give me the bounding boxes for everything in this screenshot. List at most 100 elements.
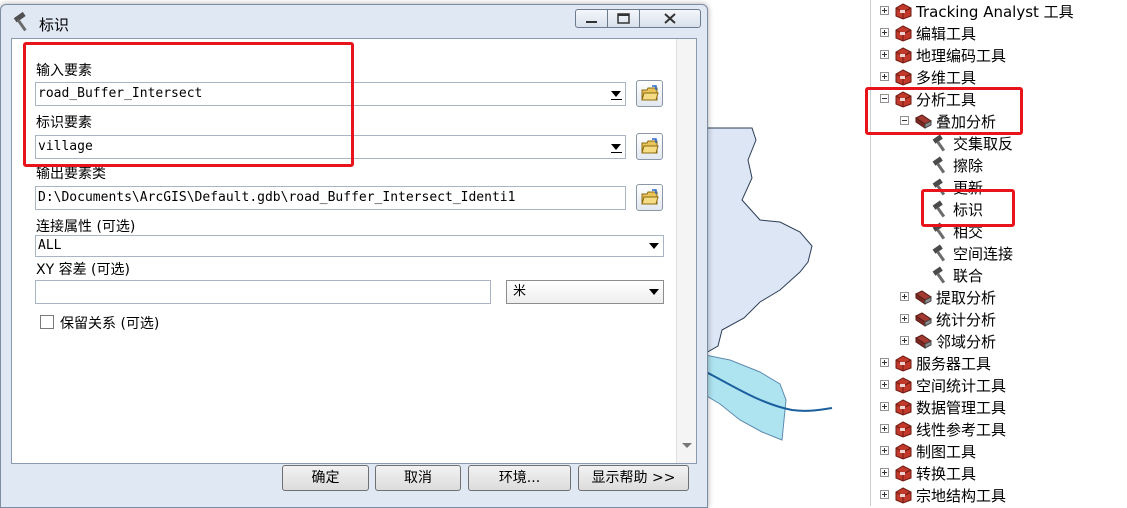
vertical-scrollbar[interactable] xyxy=(676,39,696,463)
tree-item[interactable]: 编辑工具 xyxy=(871,23,1127,45)
tree-item-label: 空间统计工具 xyxy=(916,377,1007,395)
toolbox-icon xyxy=(894,354,913,372)
expand-plus-icon[interactable] xyxy=(880,50,889,59)
toolbox-icon xyxy=(894,420,913,438)
hammer-icon xyxy=(931,266,950,284)
expand-plus-icon[interactable] xyxy=(880,424,889,433)
xy-unit-select[interactable]: 米 xyxy=(506,280,664,304)
tree-item[interactable]: 服务器工具 xyxy=(871,353,1127,375)
xy-unit-value: 米 xyxy=(513,284,527,299)
expand-plus-icon[interactable] xyxy=(900,314,909,323)
maximize-button[interactable] xyxy=(607,9,640,28)
tree-item[interactable]: 地理编码工具 xyxy=(871,45,1127,67)
tree-item-label: 空间连接 xyxy=(953,245,1014,263)
expand-plus-icon[interactable] xyxy=(880,380,889,389)
toolbox-icon xyxy=(894,68,913,86)
tree-item-label: 提取分析 xyxy=(936,289,997,307)
folder-open-icon xyxy=(641,85,659,101)
toolbox-icon xyxy=(894,2,913,20)
tree-item-label: 交集取反 xyxy=(953,135,1014,153)
expand-plus-icon[interactable] xyxy=(880,446,889,455)
minimize-button[interactable] xyxy=(575,9,608,28)
highlight-box-inputs xyxy=(23,42,354,167)
expand-plus-icon[interactable] xyxy=(880,468,889,477)
tree-item[interactable]: 提取分析 xyxy=(871,287,1127,309)
chevron-down-icon xyxy=(611,91,621,97)
expand-plus-icon[interactable] xyxy=(880,402,889,411)
toolbox-icon xyxy=(894,464,913,482)
tree-item-label: 编辑工具 xyxy=(916,25,977,43)
tree-item-label: 线性参考工具 xyxy=(916,421,1007,439)
toolset-icon xyxy=(914,332,933,350)
cancel-button[interactable]: 取消 xyxy=(375,465,461,491)
tree-item[interactable]: 统计分析 xyxy=(871,309,1127,331)
highlight-box-analysis-tools xyxy=(865,87,1023,135)
tree-item[interactable]: 联合 xyxy=(871,265,1127,287)
join-attributes-label: 连接属性 (可选) xyxy=(36,219,136,235)
expand-plus-icon[interactable] xyxy=(880,72,889,81)
toolbox-icon xyxy=(894,486,913,504)
tree-item-label: Tracking Analyst 工具 xyxy=(916,3,1074,21)
combo-underline xyxy=(611,152,622,153)
toolbox-icon xyxy=(894,442,913,460)
hammer-icon xyxy=(931,156,950,174)
tree-item-label: 转换工具 xyxy=(916,465,977,483)
tree-item-label: 擦除 xyxy=(953,157,984,175)
maximize-icon xyxy=(617,13,630,24)
browse-input-button[interactable] xyxy=(636,80,663,107)
tree-item[interactable]: 擦除 xyxy=(871,155,1127,177)
expand-plus-icon[interactable] xyxy=(900,292,909,301)
keep-relationships-label: 保留关系 (可选) xyxy=(60,316,160,332)
expand-plus-icon[interactable] xyxy=(900,336,909,345)
folder-open-icon xyxy=(641,138,659,154)
folder-open-icon xyxy=(641,189,659,205)
tree-item-label: 地理编码工具 xyxy=(916,47,1007,65)
expand-plus-icon[interactable] xyxy=(880,490,889,499)
tree-item-label: 数据管理工具 xyxy=(916,399,1007,417)
tree-item-label: 宗地结构工具 xyxy=(916,487,1007,505)
xy-tolerance-input[interactable] xyxy=(35,280,491,304)
tree-item-label: 统计分析 xyxy=(936,311,997,329)
tree-item[interactable]: 线性参考工具 xyxy=(871,419,1127,441)
browse-output-button[interactable] xyxy=(636,184,663,211)
close-icon xyxy=(664,13,676,24)
tree-item-label: 制图工具 xyxy=(916,443,977,461)
expand-plus-icon[interactable] xyxy=(880,6,889,15)
tree-item[interactable]: 制图工具 xyxy=(871,441,1127,463)
tree-item[interactable]: Tracking Analyst 工具 xyxy=(871,1,1127,23)
keep-relationships-checkbox[interactable] xyxy=(40,315,54,329)
minimize-icon xyxy=(586,21,597,23)
scroll-down-arrow-icon[interactable] xyxy=(682,443,692,448)
tree-item[interactable]: 邻域分析 xyxy=(871,331,1127,353)
tree-item[interactable]: 空间统计工具 xyxy=(871,375,1127,397)
chevron-down-icon xyxy=(649,289,659,295)
output-feature-class-value: D:\Documents\ArcGIS\Default.gdb\road_Buf… xyxy=(38,190,516,205)
tree-item[interactable]: 宗地结构工具 xyxy=(871,485,1127,507)
output-feature-class-input[interactable]: D:\Documents\ArcGIS\Default.gdb\road_Buf… xyxy=(35,186,626,210)
tree-item[interactable]: 多维工具 xyxy=(871,67,1127,89)
toolbox-icon xyxy=(894,24,913,42)
map-polygon xyxy=(699,127,813,355)
highlight-box-identity-tool xyxy=(921,189,1015,227)
tree-item[interactable]: 交集取反 xyxy=(871,133,1127,155)
tree-item[interactable]: 数据管理工具 xyxy=(871,397,1127,419)
tree-item-label: 服务器工具 xyxy=(916,355,992,373)
browse-identity-button[interactable] xyxy=(636,133,663,160)
expand-plus-icon[interactable] xyxy=(880,358,889,367)
join-attributes-select[interactable]: ALL xyxy=(35,235,664,257)
tree-item-label: 联合 xyxy=(953,267,984,285)
tree-item[interactable]: 空间连接 xyxy=(871,243,1127,265)
dialog-title: 标识 xyxy=(39,16,70,34)
expand-plus-icon[interactable] xyxy=(880,28,889,37)
ok-button[interactable]: 确定 xyxy=(282,465,369,491)
toolbox-icon xyxy=(894,398,913,416)
dialog-titlebar[interactable]: 标识 xyxy=(1,5,707,39)
close-button[interactable] xyxy=(639,9,701,28)
show-help-button[interactable]: 显示帮助 >> xyxy=(578,465,689,491)
environments-button[interactable]: 环境... xyxy=(468,465,571,491)
toolbox-tree: Tracking Analyst 工具 编辑工具 地理编码工具 多维工具 分析工具 叠加分… xyxy=(870,0,1127,506)
toolbox-icon xyxy=(894,46,913,64)
tree-item[interactable]: 转换工具 xyxy=(871,463,1127,485)
toolbox-icon xyxy=(894,376,913,394)
toolset-icon xyxy=(914,288,933,306)
